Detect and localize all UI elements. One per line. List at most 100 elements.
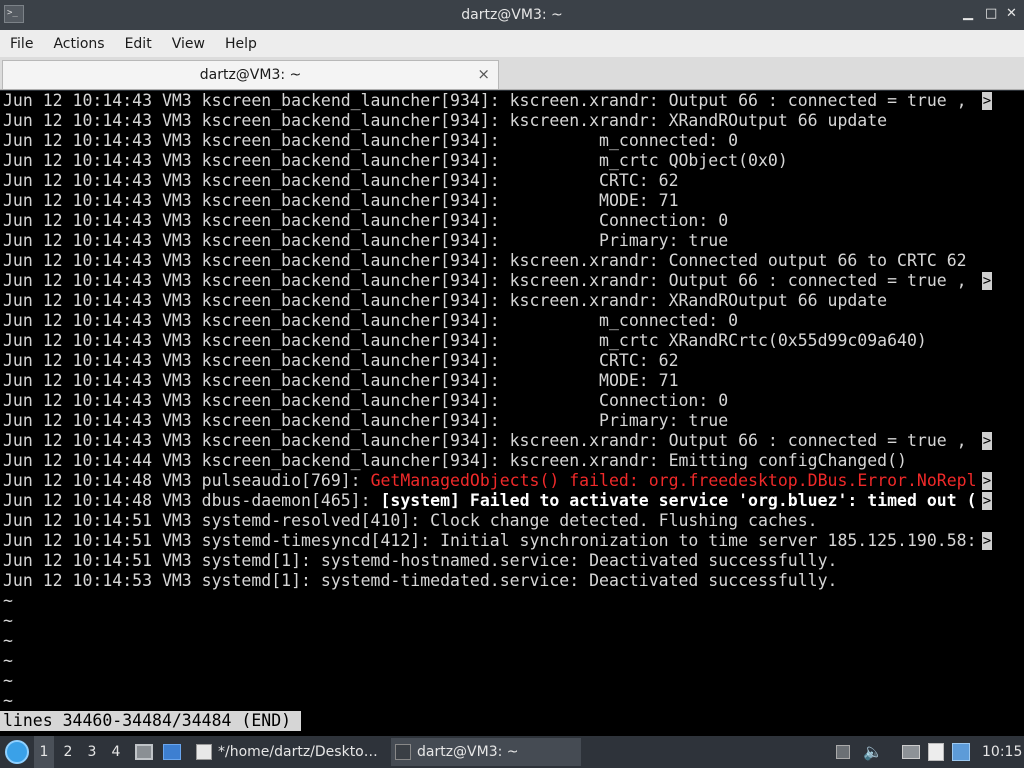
- log-line: Jun 12 10:14:43 VM3 kscreen_backend_laun…: [3, 391, 728, 411]
- clipboard-icon[interactable]: [928, 743, 944, 761]
- log-line: Jun 12 10:14:43 VM3 kscreen_backend_laun…: [3, 171, 679, 191]
- log-line: Jun 12 10:14:43 VM3 kscreen_backend_laun…: [3, 311, 738, 331]
- log-text: Jun 12 10:14:43 VM3 kscreen_backend_laun…: [3, 351, 679, 370]
- log-line: Jun 12 10:14:48 VM3 dbus-daemon[465]: [s…: [3, 491, 977, 511]
- empty-line-tilde: ~: [3, 591, 13, 610]
- application-menu-icon[interactable]: [5, 740, 29, 764]
- log-line: Jun 12 10:14:43 VM3 kscreen_backend_laun…: [3, 431, 977, 451]
- menu-help[interactable]: Help: [215, 36, 267, 52]
- tab-close-icon[interactable]: ×: [477, 65, 490, 83]
- log-text: Jun 12 10:14:43 VM3 kscreen_backend_laun…: [3, 231, 729, 250]
- log-line: Jun 12 10:14:44 VM3 kscreen_backend_laun…: [3, 451, 907, 471]
- log-text: Jun 12 10:14:48 VM3 dbus-daemon[465]:: [3, 491, 381, 510]
- log-line: Jun 12 10:14:51 VM3 systemd-timesyncd[41…: [3, 531, 977, 551]
- window-title: dartz@VM3: ~: [461, 7, 563, 23]
- menu-edit[interactable]: Edit: [115, 36, 162, 52]
- log-error-text: GetManagedObjects() failed: org.freedesk…: [370, 471, 977, 490]
- line-truncated-marker: >: [982, 272, 992, 290]
- terminal-app-icon: >_: [4, 5, 24, 23]
- tab-bar: dartz@VM3: ~ ×: [0, 57, 1024, 90]
- empty-line-tilde: ~: [3, 631, 13, 650]
- empty-line-tilde: ~: [3, 691, 13, 710]
- tray-network-icon[interactable]: [836, 745, 850, 759]
- workspace-2-button[interactable]: 2: [58, 736, 78, 768]
- log-text: Jun 12 10:14:43 VM3 kscreen_backend_laun…: [3, 271, 977, 290]
- log-line: Jun 12 10:14:43 VM3 kscreen_backend_laun…: [3, 271, 977, 291]
- log-line: Jun 12 10:14:43 VM3 kscreen_backend_laun…: [3, 211, 728, 231]
- log-line: Jun 12 10:14:43 VM3 kscreen_backend_laun…: [3, 131, 738, 151]
- window-titlebar[interactable]: >_ dartz@VM3: ~ ▁ □ ✕: [0, 0, 1024, 30]
- log-text: Jun 12 10:14:51 VM3 systemd[1]: systemd-…: [3, 551, 838, 570]
- taskbar-window-terminal[interactable]: dartz@VM3: ~: [391, 738, 581, 766]
- menu-bar: File Actions Edit View Help: [0, 30, 1024, 57]
- taskbar-window-editor[interactable]: */home/dartz/Deskto…: [192, 738, 387, 766]
- log-text: Jun 12 10:14:53 VM3 systemd[1]: systemd-…: [3, 571, 838, 590]
- clock[interactable]: 10:15: [982, 736, 1022, 768]
- empty-line-tilde: ~: [3, 651, 13, 670]
- workspace-4-button[interactable]: 4: [106, 736, 126, 768]
- log-line: Jun 12 10:14:43 VM3 kscreen_backend_laun…: [3, 371, 679, 391]
- log-line: Jun 12 10:14:48 VM3 pulseaudio[769]: Get…: [3, 471, 977, 491]
- workspace-3-button[interactable]: 3: [82, 736, 102, 768]
- updates-icon[interactable]: [952, 743, 970, 761]
- log-line: Jun 12 10:14:43 VM3 kscreen_backend_laun…: [3, 151, 788, 171]
- line-truncated-marker: >: [982, 432, 992, 450]
- minimize-button[interactable]: ▁: [963, 6, 973, 22]
- log-text: Jun 12 10:14:48 VM3 pulseaudio[769]:: [3, 471, 371, 490]
- log-text: Jun 12 10:14:43 VM3 kscreen_backend_laun…: [3, 251, 967, 270]
- line-truncated-marker: >: [982, 492, 992, 510]
- log-text: Jun 12 10:14:51 VM3 systemd-resolved[410…: [3, 511, 818, 530]
- log-text: Jun 12 10:14:51 VM3 systemd-timesyncd[41…: [3, 531, 977, 550]
- taskbar: 1 2 3 4 */home/dartz/Deskto… dartz@VM3: …: [0, 736, 1024, 768]
- log-text: Jun 12 10:14:43 VM3 kscreen_backend_laun…: [3, 291, 888, 310]
- log-line: Jun 12 10:14:43 VM3 kscreen_backend_laun…: [3, 91, 977, 111]
- log-line: Jun 12 10:14:43 VM3 kscreen_backend_laun…: [3, 351, 679, 371]
- close-button[interactable]: ✕: [1006, 6, 1017, 22]
- line-truncated-marker: >: [982, 532, 992, 550]
- log-text: Jun 12 10:14:43 VM3 kscreen_backend_laun…: [3, 151, 788, 170]
- menu-file[interactable]: File: [0, 36, 43, 52]
- log-line: Jun 12 10:14:43 VM3 kscreen_backend_laun…: [3, 251, 967, 271]
- log-text: Jun 12 10:14:43 VM3 kscreen_backend_laun…: [3, 211, 729, 230]
- log-line: Jun 12 10:14:43 VM3 kscreen_backend_laun…: [3, 111, 887, 131]
- line-truncated-marker: >: [982, 92, 992, 110]
- empty-line-tilde: ~: [3, 671, 13, 690]
- log-text: Jun 12 10:14:43 VM3 kscreen_backend_laun…: [3, 311, 739, 330]
- volume-icon[interactable]: 🔈: [863, 736, 883, 768]
- log-text: Jun 12 10:14:43 VM3 kscreen_backend_laun…: [3, 131, 739, 150]
- menu-view[interactable]: View: [162, 36, 215, 52]
- line-truncated-marker: >: [982, 472, 992, 490]
- menu-actions[interactable]: Actions: [43, 36, 114, 52]
- terminal-output[interactable]: Jun 12 10:14:43 VM3 kscreen_backend_laun…: [0, 91, 1024, 736]
- empty-line-tilde: ~: [3, 611, 13, 630]
- taskbar-window-editor-label: */home/dartz/Deskto…: [218, 744, 378, 760]
- log-text: Jun 12 10:14:43 VM3 kscreen_backend_laun…: [3, 191, 679, 210]
- file-manager-icon[interactable]: [163, 744, 181, 760]
- show-desktop-icon[interactable]: [135, 744, 153, 760]
- log-text: Jun 12 10:14:43 VM3 kscreen_backend_laun…: [3, 411, 729, 430]
- log-line: Jun 12 10:14:43 VM3 kscreen_backend_laun…: [3, 191, 679, 211]
- tab-label: dartz@VM3: ~: [199, 67, 302, 83]
- log-text: Jun 12 10:14:43 VM3 kscreen_backend_laun…: [3, 371, 679, 390]
- log-line: Jun 12 10:14:43 VM3 kscreen_backend_laun…: [3, 231, 728, 251]
- log-line: Jun 12 10:14:51 VM3 systemd[1]: systemd-…: [3, 551, 837, 571]
- keyboard-icon[interactable]: [902, 745, 920, 759]
- tab-terminal[interactable]: dartz@VM3: ~ ×: [2, 60, 499, 89]
- log-line: Jun 12 10:14:51 VM3 systemd-resolved[410…: [3, 511, 818, 531]
- taskbar-window-terminal-label: dartz@VM3: ~: [417, 744, 519, 760]
- log-text: Jun 12 10:14:43 VM3 kscreen_backend_laun…: [3, 111, 888, 130]
- terminal-icon: [395, 744, 411, 760]
- log-text: Jun 12 10:14:43 VM3 kscreen_backend_laun…: [3, 431, 977, 450]
- log-text: Jun 12 10:14:43 VM3 kscreen_backend_laun…: [3, 171, 679, 190]
- text-editor-icon: [196, 744, 212, 760]
- log-line: Jun 12 10:14:43 VM3 kscreen_backend_laun…: [3, 411, 728, 431]
- log-text: Jun 12 10:14:44 VM3 kscreen_backend_laun…: [3, 451, 907, 470]
- log-line: Jun 12 10:14:43 VM3 kscreen_backend_laun…: [3, 291, 887, 311]
- log-text: Jun 12 10:14:43 VM3 kscreen_backend_laun…: [3, 331, 927, 350]
- log-line: Jun 12 10:14:53 VM3 systemd[1]: systemd-…: [3, 571, 837, 591]
- pager-status-line: lines 34460-34484/34484 (END): [0, 711, 302, 731]
- maximize-button[interactable]: □: [985, 6, 997, 22]
- log-text: Jun 12 10:14:43 VM3 kscreen_backend_laun…: [3, 391, 729, 410]
- workspace-1-button[interactable]: 1: [34, 736, 54, 768]
- log-text: Jun 12 10:14:43 VM3 kscreen_backend_laun…: [3, 91, 977, 110]
